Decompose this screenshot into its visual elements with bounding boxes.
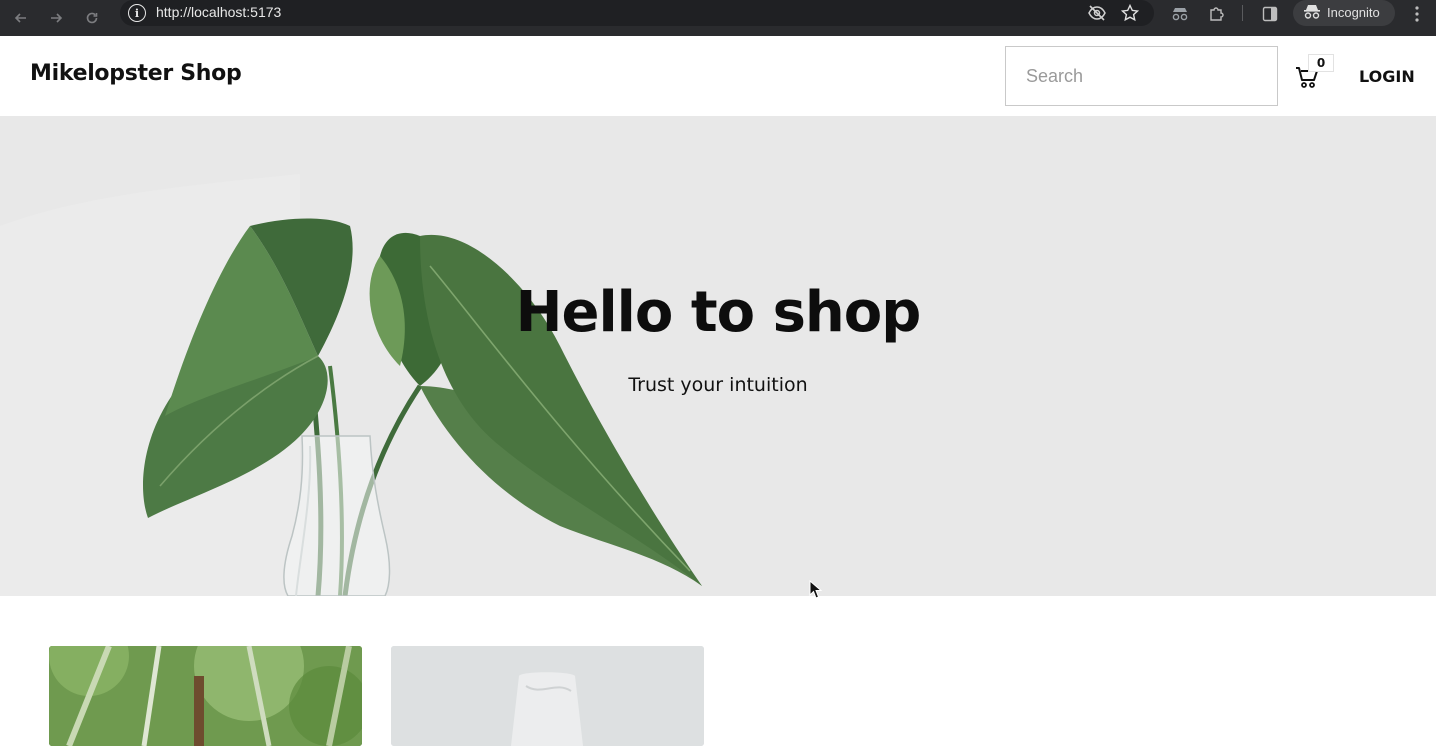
eye-off-icon[interactable] bbox=[1086, 3, 1108, 23]
side-panel-icon[interactable] bbox=[1259, 3, 1281, 25]
site-info-icon[interactable]: i bbox=[128, 4, 146, 22]
cart-count-badge: 0 bbox=[1308, 54, 1334, 72]
site-header: Mikelopster Shop 0 LOGIN bbox=[0, 36, 1436, 116]
forward-arrow-icon[interactable] bbox=[42, 4, 70, 32]
brand-logo[interactable]: Mikelopster Shop bbox=[30, 61, 242, 86]
kebab-menu-icon[interactable] bbox=[1406, 3, 1428, 25]
cosmetic-tube-image bbox=[391, 646, 704, 746]
address-bar[interactable]: i http://localhost:5173 bbox=[120, 0, 1154, 26]
extensions-puzzle-icon[interactable] bbox=[1206, 3, 1228, 25]
product-card-cosmetic[interactable] bbox=[391, 646, 704, 746]
mouse-cursor-icon bbox=[809, 580, 823, 599]
incognito-label: Incognito bbox=[1327, 5, 1380, 20]
bamboo-forest-image bbox=[49, 646, 362, 746]
search-input[interactable] bbox=[1005, 46, 1278, 106]
login-button[interactable]: LOGIN bbox=[1359, 67, 1415, 86]
toolbar-separator bbox=[1242, 5, 1243, 21]
browser-toolbar: i http://localhost:5173 Incognito bbox=[0, 0, 1436, 36]
incognito-extension-icon[interactable] bbox=[1169, 3, 1191, 25]
product-card-bamboo[interactable] bbox=[49, 646, 362, 746]
incognito-icon bbox=[1303, 4, 1321, 24]
incognito-profile-button[interactable]: Incognito bbox=[1293, 0, 1395, 26]
reload-icon[interactable] bbox=[78, 4, 106, 32]
hero-subtitle: Trust your intuition bbox=[628, 374, 808, 396]
address-url[interactable]: http://localhost:5173 bbox=[156, 4, 281, 20]
bookmark-star-icon[interactable] bbox=[1119, 3, 1141, 23]
plant-vase-image bbox=[0, 174, 702, 596]
back-arrow-icon[interactable] bbox=[7, 4, 35, 32]
hero-banner: Hello to shop Trust your intuition bbox=[0, 116, 1436, 596]
hero-title: Hello to shop bbox=[515, 280, 922, 345]
